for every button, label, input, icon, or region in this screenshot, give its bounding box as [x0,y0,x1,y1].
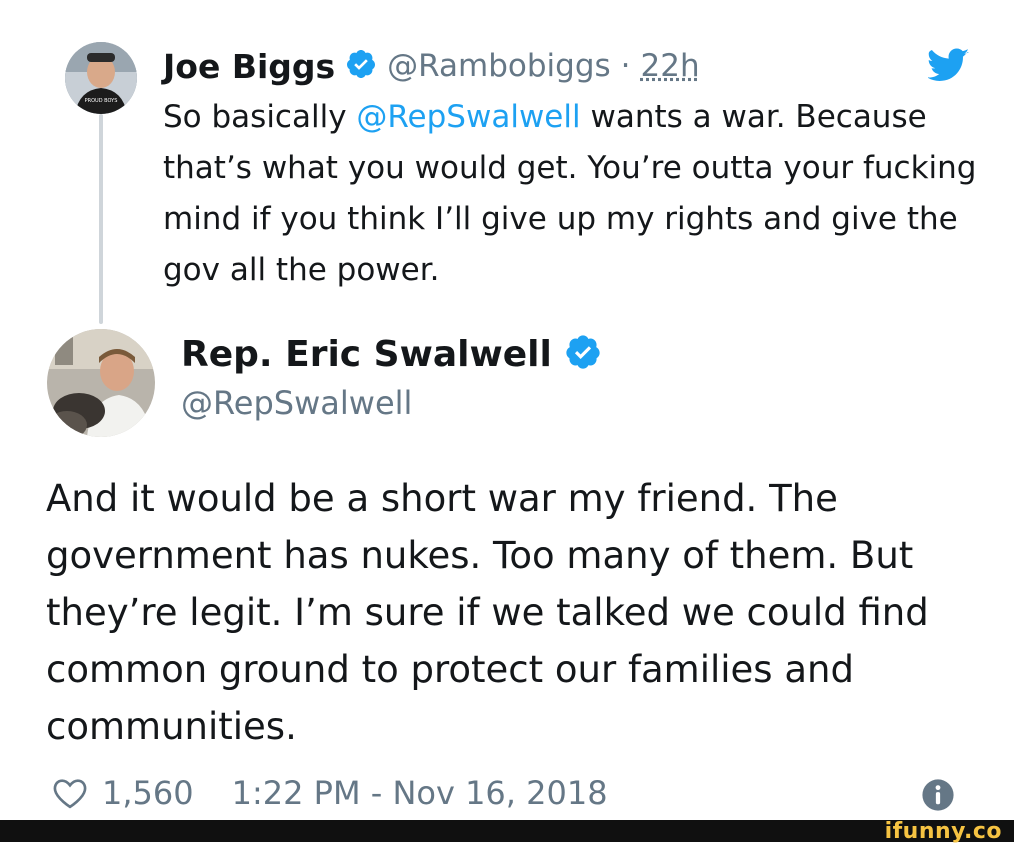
reply-text-before: So basically [163,99,357,135]
heart-outline-icon[interactable] [50,773,90,813]
reply-avatar-image: PROUD BOYS [65,42,137,114]
reply-separator: · [620,48,631,84]
tweet-header: Rep. Eric Swalwell [181,330,602,378]
thread-line [99,114,103,324]
tweet-text: And it would be a short war my friend. T… [46,477,929,748]
tweet-handle[interactable]: @RepSwalwell [181,384,412,422]
reply-text: So basically @RepSwalwell wants a war. B… [163,92,983,296]
reply-header: Joe Biggs @Rambobiggs · 22h [163,44,700,88]
tweet-avatar-image [47,329,155,437]
verified-badge-icon [564,333,602,375]
watermark-bar [0,820,1014,842]
tweet-avatar[interactable] [47,329,155,437]
reply-handle[interactable]: @Rambobiggs [387,48,611,84]
avatar-shirt-text: PROUD BOYS [85,98,118,104]
like-count[interactable]: 1,560 [102,774,194,812]
reply-time-ago[interactable]: 22h [641,48,700,84]
tweet-author-name[interactable]: Rep. Eric Swalwell [181,334,552,375]
ifunny-watermark: ifunny.co [884,819,1002,844]
reply-avatar[interactable]: PROUD BOYS [65,42,137,114]
reply-author-name[interactable]: Joe Biggs [163,47,335,86]
verified-badge-icon [345,48,377,84]
tweet-timestamp[interactable]: 1:22 PM - Nov 16, 2018 [232,774,608,812]
reply-mention-link[interactable]: @RepSwalwell [356,99,580,135]
tweet-meta-row: 1,560 1:22 PM - Nov 16, 2018 [50,770,608,816]
info-icon[interactable] [921,778,955,812]
twitter-bird-icon[interactable] [927,48,970,82]
